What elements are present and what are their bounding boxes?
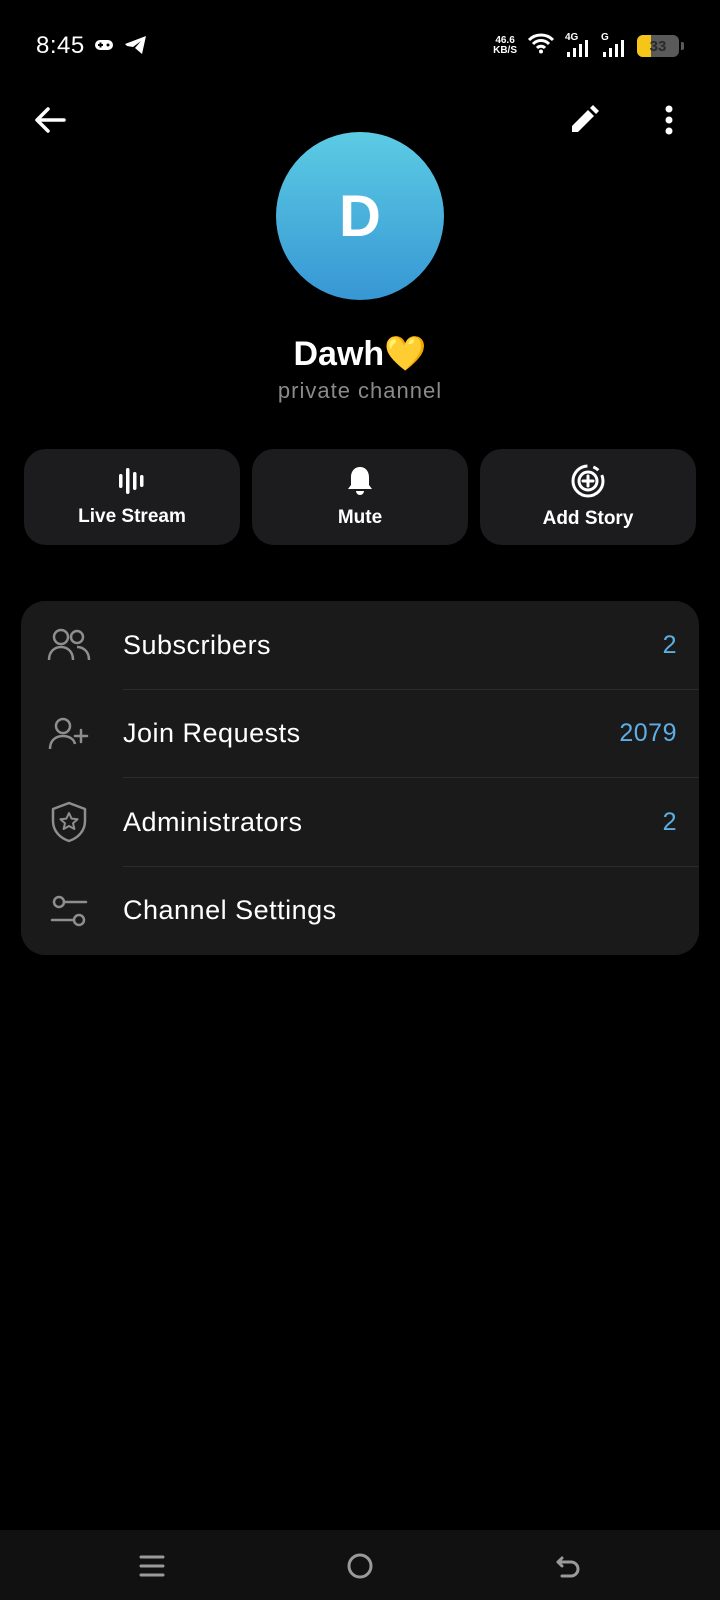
subscribers-count: 2 [662,630,677,659]
channel-name: Dawh💛 [293,335,427,373]
back-icon [556,1556,580,1578]
join-requests-count: 2079 [619,719,677,748]
list-item-subscribers[interactable]: Subscribers 2 [21,601,699,690]
status-left-icons [94,35,148,60]
net-speed: 46.6 KB/S [493,34,517,56]
signal2-icon: G [601,32,627,58]
live-stream-button[interactable]: Live Stream [24,449,240,545]
add-story-icon [571,464,605,498]
shield-star-icon [47,800,91,844]
channel-subtitle: private channel [277,378,443,403]
status-bar: 8:45 46.6 KB/S 4G G 33 [0,0,720,92]
pencil-icon [572,105,599,132]
sliders-icon [47,889,91,933]
administrators-label: Administrators [123,806,303,837]
avatar-letter: D [339,183,381,249]
battery-level: 33 [649,37,667,55]
battery-icon: 33 [637,34,679,57]
subscribers-label: Subscribers [123,629,272,660]
action-buttons: Live Stream Mute Add Story [24,449,696,545]
gamepad-icon [94,37,114,58]
status-right-icons: 46.6 KB/S 4G G 33 [493,32,684,59]
add-story-button[interactable]: Add Story [480,449,696,545]
wifi-icon [527,32,555,59]
bell-icon [348,467,372,495]
live-stream-label: Live Stream [78,506,186,527]
signal-icon: 4G [565,32,591,58]
avatar[interactable]: D [276,132,444,300]
users-icon [47,623,91,667]
list-item-join-requests[interactable]: Join Requests 2079 [21,690,699,778]
list-item-channel-settings[interactable]: Channel Settings [21,867,699,956]
home-circle-icon [347,1553,373,1579]
menu-icon [139,1555,165,1577]
nav-home-button[interactable] [332,1538,388,1594]
more-vertical-icon [665,105,673,135]
mute-label: Mute [337,507,383,528]
back-arrow-icon [35,107,66,133]
status-time: 8:45 [36,32,85,59]
telegram-icon [124,35,148,60]
net-speed-value: 46.6 [495,34,515,46]
live-stream-icon [119,468,144,494]
join-requests-label: Join Requests [123,718,301,749]
mute-button[interactable]: Mute [252,449,468,545]
edit-button[interactable] [556,92,612,148]
back-button[interactable] [22,92,78,148]
channel-info-list: Subscribers 2 Join Requests 2079 Adminis… [21,601,699,955]
nav-back-button[interactable] [540,1538,596,1594]
administrators-count: 2 [662,807,677,836]
navigation-bar [0,1530,720,1600]
net-speed-unit: KB/S [493,44,517,56]
channel-settings-label: Channel Settings [123,895,337,926]
add-story-label: Add Story [542,508,634,529]
nav-recents-button[interactable] [124,1538,180,1594]
user-plus-icon [47,712,91,756]
list-item-administrators[interactable]: Administrators 2 [21,778,699,867]
more-options-button[interactable] [641,92,697,148]
